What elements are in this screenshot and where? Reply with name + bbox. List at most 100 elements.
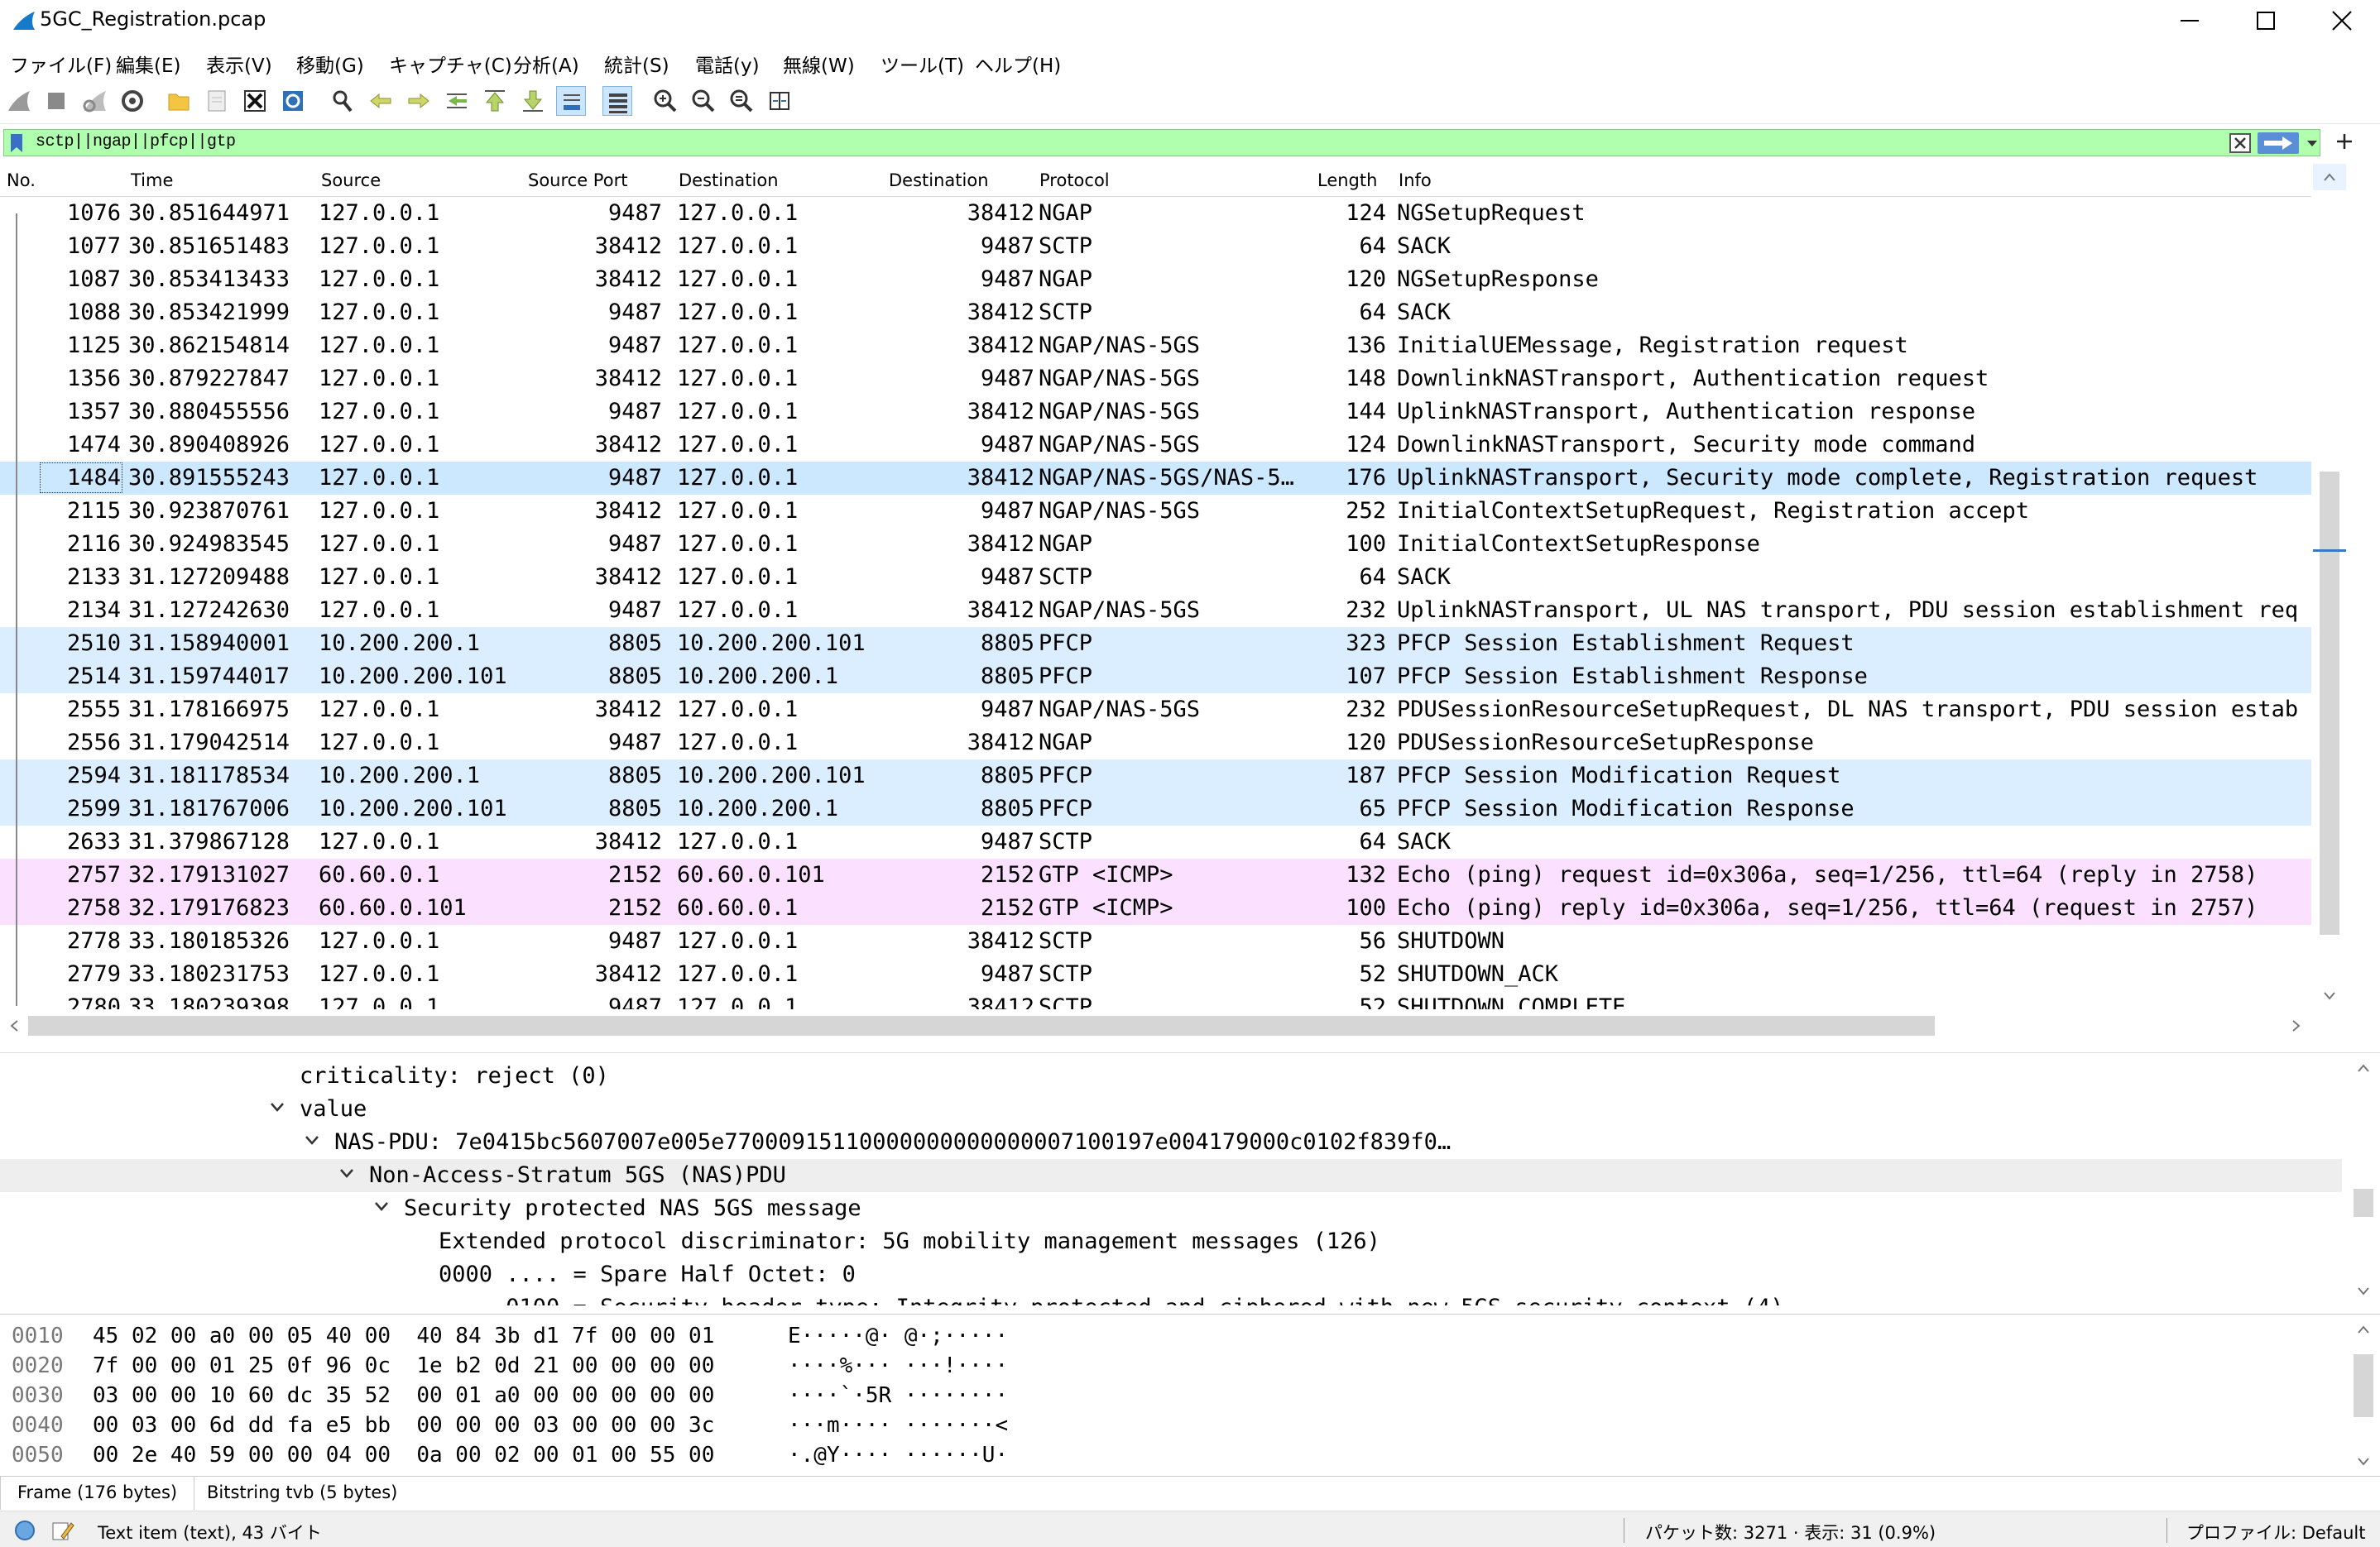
- packet-row[interactable]: 2758 32.179176823 60.60.0.101 2152 60.60.0.1…: [0, 892, 2311, 925]
- packet-row[interactable]: 2514 31.159744017 10.200.200.101 8805 10.200…: [0, 660, 2311, 693]
- packet-row[interactable]: 1357 30.880455556 127.0.0.1 9487 127.0.0.1 38…: [0, 395, 2311, 429]
- menu-tools[interactable]: ツール(T): [881, 50, 964, 78]
- chevron-down-icon[interactable]: [268, 1098, 286, 1116]
- menu-help[interactable]: ヘルプ(H): [975, 50, 1061, 78]
- go-back-icon[interactable]: [366, 86, 396, 116]
- column-header-source-port[interactable]: Source Port: [528, 170, 627, 190]
- packet-row[interactable]: 1076 30.851644971 127.0.0.1 9487 127.0.0.1 38…: [0, 197, 2311, 230]
- packet-row[interactable]: 1474 30.890408926 127.0.0.1 38412 127.0.0.1 9…: [0, 429, 2311, 462]
- column-header-no[interactable]: No.: [7, 170, 36, 190]
- packet-row[interactable]: 1088 30.853421999 127.0.0.1 9487 127.0.0.1 38…: [0, 296, 2311, 329]
- detail-tree-item[interactable]: 0000 .... = Spare Half Octet: 0: [0, 1258, 2342, 1291]
- packet-row[interactable]: 1125 30.862154814 127.0.0.1 9487 127.0.0.1 38…: [0, 329, 2311, 362]
- detail-tree-item[interactable]: NAS-PDU: 7e0415bc5607007e005e77000915110…: [0, 1126, 2342, 1159]
- detail-tree-item[interactable]: Extended protocol discriminator: 5G mobi…: [0, 1225, 2342, 1258]
- packet-row[interactable]: 2133 31.127209488 127.0.0.1 38412 127.0.0.1 9…: [0, 561, 2311, 594]
- packet-row[interactable]: 2510 31.158940001 10.200.200.1 8805 10.200.2…: [0, 627, 2311, 660]
- column-header-protocol[interactable]: Protocol: [1039, 170, 1110, 190]
- resize-columns-icon[interactable]: [765, 86, 794, 116]
- menu-analyze[interactable]: 分析(A): [513, 50, 579, 78]
- packet-row[interactable]: 1356 30.879227847 127.0.0.1 38412 127.0.0.1 9…: [0, 362, 2311, 395]
- menu-file[interactable]: ファイル(F): [10, 50, 112, 78]
- reload-file-icon[interactable]: [278, 86, 308, 116]
- menu-edit[interactable]: 編集(E): [116, 50, 180, 78]
- vertical-scroll-thumb[interactable]: [2320, 472, 2339, 935]
- packet-row[interactable]: 2633 31.379867128 127.0.0.1 38412 127.0.0.1 9…: [0, 826, 2311, 859]
- menu-go[interactable]: 移動(G): [296, 50, 364, 78]
- stop-capture-icon[interactable]: [41, 86, 71, 116]
- go-forward-icon[interactable]: [404, 86, 434, 116]
- restart-capture-icon[interactable]: [79, 86, 109, 116]
- packet-list-vertical-scrollbar[interactable]: [2313, 164, 2346, 1009]
- go-to-packet-icon[interactable]: [442, 86, 472, 116]
- packet-row[interactable]: 2599 31.181767006 10.200.200.101 8805 10.200…: [0, 793, 2311, 826]
- hex-row[interactable]: 0030 03 00 00 10 60 dc 35 52 00 01 a0 00 …: [0, 1381, 2342, 1410]
- details-scroll-thumb[interactable]: [2354, 1189, 2373, 1217]
- packet-row[interactable]: 2555 31.178166975 127.0.0.1 38412 127.0.0.1 9…: [0, 693, 2311, 726]
- column-header-info[interactable]: Info: [1399, 170, 1432, 190]
- find-packet-icon[interactable]: [328, 86, 357, 116]
- apply-filter-button[interactable]: [2258, 132, 2299, 154]
- column-header-length[interactable]: Length: [1317, 170, 1377, 190]
- chevron-up-icon[interactable]: [2355, 1060, 2372, 1076]
- chevron-down-icon[interactable]: [2321, 988, 2338, 1004]
- status-profile[interactable]: プロファイル: Default: [2186, 1520, 2365, 1545]
- last-packet-icon[interactable]: [518, 86, 548, 116]
- bytes-vertical-scrollbar[interactable]: [2347, 1315, 2380, 1474]
- chevron-down-icon[interactable]: [372, 1197, 391, 1215]
- menu-telephony[interactable]: 電話(y): [695, 50, 760, 78]
- packet-list-horizontal-scrollbar[interactable]: [0, 1009, 2311, 1041]
- horizontal-scroll-thumb[interactable]: [28, 1016, 1935, 1036]
- edit-comment-icon[interactable]: [50, 1518, 74, 1543]
- hex-row[interactable]: 0020 7f 00 00 01 25 0f 96 0c 1e b2 0d 21 …: [0, 1351, 2342, 1381]
- packet-row[interactable]: 2780 33.180239398 127.0.0.1 9487 127.0.0.1 38…: [0, 991, 2311, 1009]
- chevron-up-icon[interactable]: [2355, 1321, 2372, 1338]
- bytes-scroll-thumb[interactable]: [2354, 1354, 2373, 1417]
- open-file-icon[interactable]: [164, 86, 194, 116]
- menu-view[interactable]: 表示(V): [206, 50, 272, 78]
- close-file-icon[interactable]: [240, 86, 270, 116]
- chevron-down-icon[interactable]: [338, 1164, 356, 1182]
- hex-row[interactable]: 0010 45 02 00 a0 00 05 40 00 40 84 3b d1 …: [0, 1321, 2342, 1351]
- zoom-out-icon[interactable]: [689, 86, 718, 116]
- packet-row[interactable]: 2116 30.924983545 127.0.0.1 9487 127.0.0.1 38…: [0, 528, 2311, 561]
- minimize-button[interactable]: [2152, 0, 2228, 41]
- detail-tree-item[interactable]: Non-Access-Stratum 5GS (NAS)PDU: [0, 1159, 2342, 1192]
- expert-info-icon[interactable]: [13, 1519, 36, 1542]
- bookmark-icon[interactable]: [9, 133, 24, 153]
- detail-tree-item[interactable]: value: [0, 1093, 2342, 1126]
- maximize-button[interactable]: [2228, 0, 2304, 41]
- clear-filter-icon[interactable]: [2229, 132, 2252, 154]
- column-header-destination[interactable]: Destination: [679, 170, 779, 190]
- zoom-in-icon[interactable]: [650, 86, 680, 116]
- hex-row[interactable]: 0040 00 03 00 6d dd fa e5 bb 00 00 00 03 …: [0, 1410, 2342, 1440]
- normal-size-icon[interactable]: [727, 86, 756, 116]
- chevron-right-icon[interactable]: [2287, 1018, 2304, 1034]
- column-header-time[interactable]: Time: [131, 170, 173, 190]
- packet-row[interactable]: 1077 30.851651483 127.0.0.1 38412 127.0.0.1 9…: [0, 230, 2311, 263]
- filter-text[interactable]: sctp||ngap||pfcp||gtp: [36, 132, 236, 151]
- packet-row[interactable]: 1087 30.853413433 127.0.0.1 38412 127.0.0.1 9…: [0, 263, 2311, 296]
- packet-row[interactable]: 2779 33.180231753 127.0.0.1 38412 127.0.0.1 9…: [0, 958, 2311, 991]
- first-packet-icon[interactable]: [480, 86, 510, 116]
- menu-statistics[interactable]: 統計(S): [604, 50, 669, 78]
- detail-tree-item[interactable]: .... 0100 = Security header type: Integr…: [0, 1291, 2342, 1305]
- chevron-down-icon[interactable]: [2355, 1283, 2372, 1300]
- packet-row[interactable]: 2556 31.179042514 127.0.0.1 9487 127.0.0.1 38…: [0, 726, 2311, 759]
- display-filter-input[interactable]: sctp||ngap||pfcp||gtp: [3, 129, 2320, 156]
- packet-row[interactable]: 2757 32.179131027 60.60.0.1 2152 60.60.0.101…: [0, 859, 2311, 892]
- autoscroll-icon[interactable]: [556, 86, 586, 116]
- chevron-left-icon[interactable]: [7, 1018, 23, 1034]
- capture-options-icon[interactable]: [118, 86, 147, 116]
- packet-row[interactable]: 2134 31.127242630 127.0.0.1 9487 127.0.0.1 38…: [0, 594, 2311, 627]
- chevron-down-icon[interactable]: [2355, 1454, 2372, 1470]
- chevron-down-icon[interactable]: [303, 1131, 321, 1149]
- tab-frame[interactable]: Frame (176 bytes): [0, 1477, 195, 1510]
- menu-wireless[interactable]: 無線(W): [783, 50, 855, 78]
- column-header-destination-port[interactable]: Destination: [889, 170, 989, 190]
- column-header-source[interactable]: Source: [321, 170, 381, 190]
- save-file-icon[interactable]: [202, 86, 232, 116]
- menu-capture[interactable]: キャプチャ(C): [389, 50, 512, 78]
- add-filter-button-icon[interactable]: [2334, 131, 2355, 152]
- packet-row[interactable]: 1484 30.891555243 127.0.0.1 9487 127.0.0.1 38…: [0, 462, 2311, 495]
